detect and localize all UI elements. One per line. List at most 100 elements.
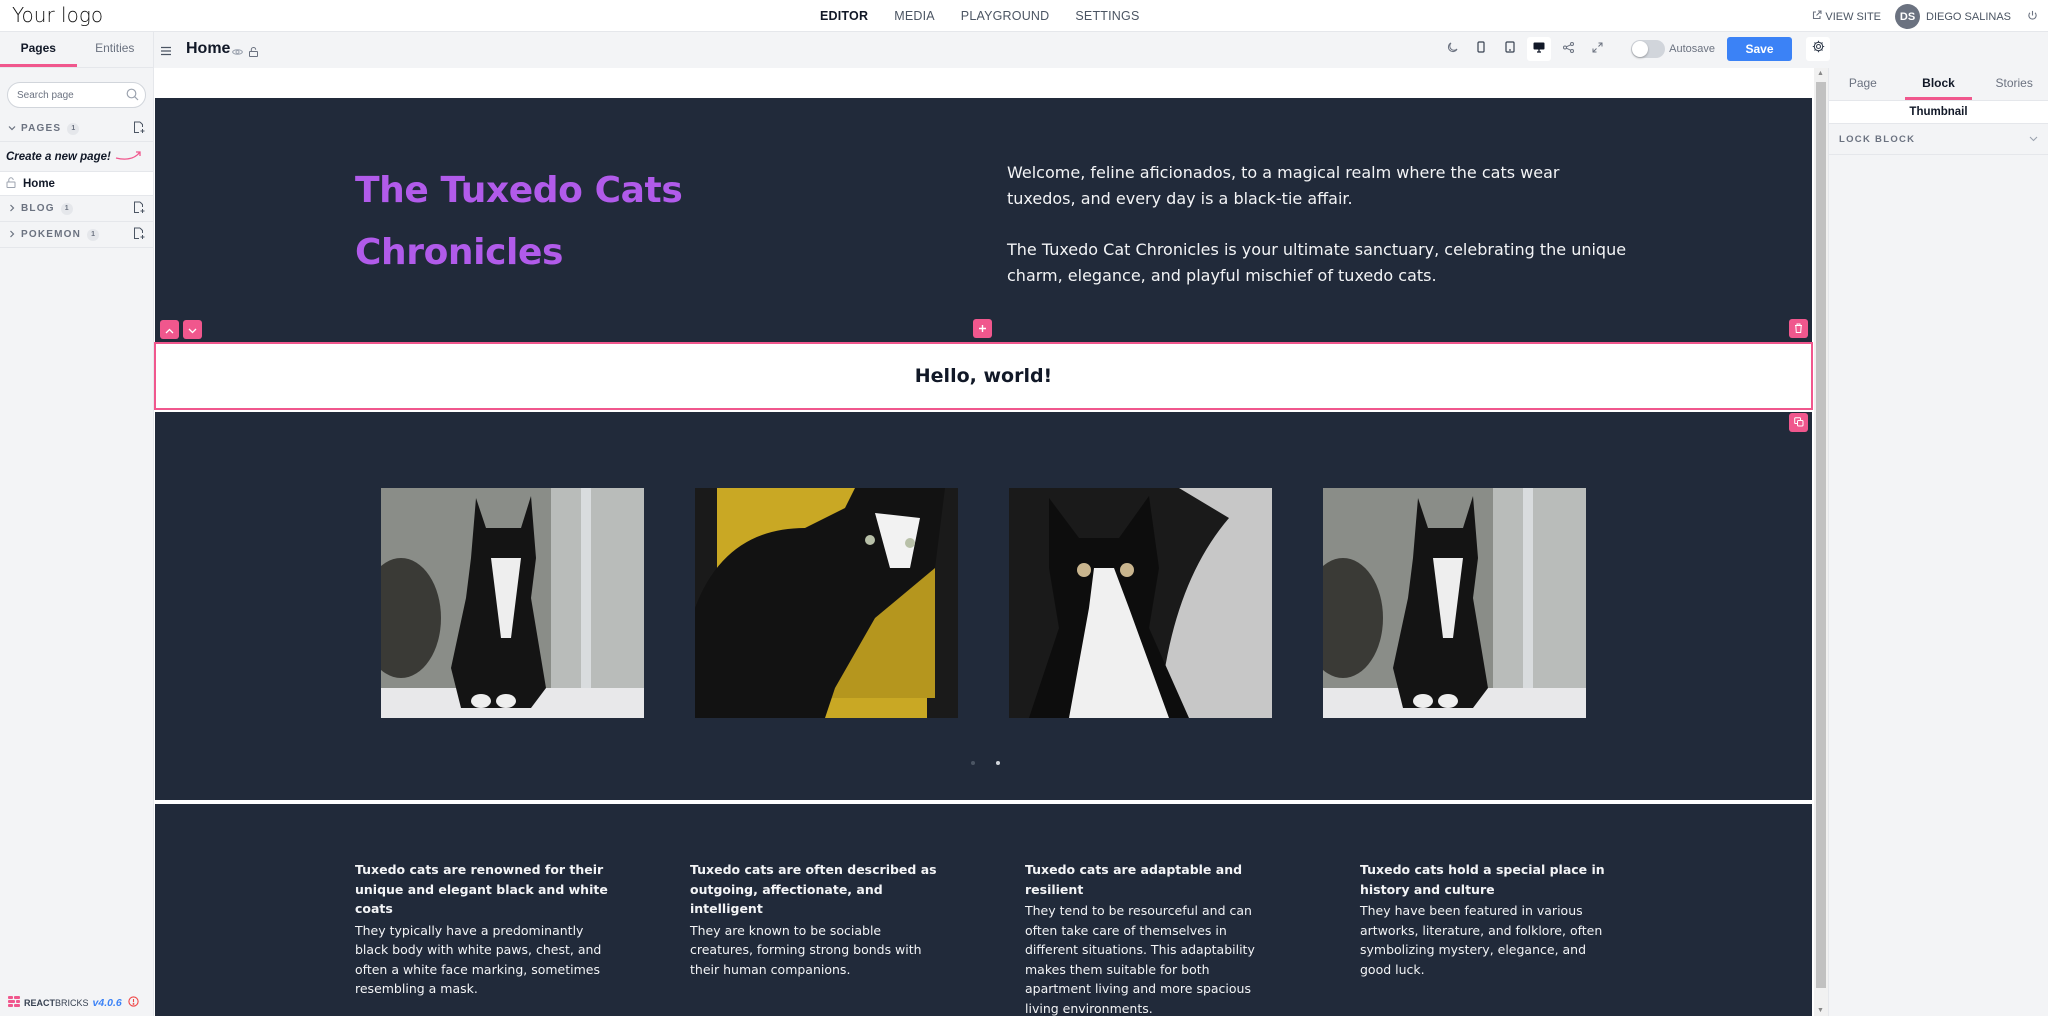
feature-title[interactable]: Tuxedo cats are adaptable and resilient [1025, 860, 1278, 899]
section-pages[interactable]: PAGES 1 [0, 116, 153, 142]
expand-icon [1592, 40, 1603, 58]
tab-block[interactable]: Block [1904, 68, 1973, 100]
nav-settings[interactable]: SETTINGS [1075, 9, 1139, 23]
cat-image[interactable] [1323, 488, 1586, 718]
brand-react: REACT [24, 997, 55, 1008]
gallery-block[interactable] [155, 412, 1812, 800]
nav-editor[interactable]: EDITOR [820, 9, 868, 23]
eye-icon[interactable] [231, 44, 244, 62]
feature-item: Tuxedo cats are renowned for their uniqu… [355, 860, 608, 1016]
feature-item: Tuxedo cats are often described as outgo… [690, 860, 943, 1016]
editor-toolbar: Autosave Save [1435, 37, 1830, 61]
features-grid: Tuxedo cats are renowned for their uniqu… [355, 860, 1613, 1016]
tab-pages[interactable]: Pages [0, 32, 77, 67]
tab-page[interactable]: Page [1829, 68, 1897, 100]
nav-media[interactable]: MEDIA [894, 9, 935, 23]
hero-paragraph[interactable]: Welcome, feline aficionados, to a magica… [1007, 160, 1627, 211]
lock-block-section[interactable]: LOCK BLOCK [1829, 124, 2048, 155]
lock-icon [6, 176, 16, 191]
scrollbar-thumb[interactable] [1816, 82, 1826, 988]
desktop-view-button[interactable] [1527, 37, 1552, 61]
section-label: PAGES [21, 123, 62, 134]
save-button[interactable]: Save [1727, 37, 1792, 61]
delete-block-button[interactable] [1789, 319, 1808, 338]
feature-text[interactable]: They typically have a predominantly blac… [355, 921, 608, 999]
left-sidebar: Pages Entities PAGES 1 Create a new page… [0, 32, 154, 1016]
reactbricks-logo-icon [8, 996, 20, 1009]
section-blog[interactable]: BLOG 1 [0, 196, 153, 222]
nav-playground[interactable]: PLAYGROUND [961, 9, 1050, 23]
feature-title[interactable]: Tuxedo cats are renowned for their uniqu… [355, 860, 608, 919]
mobile-view-button[interactable] [1469, 37, 1493, 61]
fullscreen-button[interactable] [1585, 37, 1609, 61]
add-block-above-button[interactable] [973, 319, 992, 338]
hero-text: Welcome, feline aficionados, to a magica… [1007, 160, 1627, 314]
new-page-icon[interactable] [133, 227, 145, 243]
section-label: POKEMON [21, 229, 82, 240]
settings-button[interactable] [1806, 37, 1830, 61]
cat-image[interactable] [381, 488, 644, 718]
page-item-home[interactable]: Home [0, 172, 153, 196]
autosave-toggle[interactable] [1631, 40, 1666, 58]
share-button[interactable] [1556, 37, 1580, 61]
cat-image[interactable] [1009, 488, 1272, 718]
feature-item: Tuxedo cats hold a special place in hist… [1360, 860, 1613, 1016]
lock-icon[interactable] [249, 44, 258, 62]
features-block[interactable]: Tuxedo cats are renowned for their uniqu… [155, 804, 1812, 1016]
dark-mode-button[interactable] [1440, 37, 1464, 61]
feature-item: Tuxedo cats are adaptable and resilient … [1025, 860, 1278, 1016]
user-area: VIEW SITE DS DIEGO SALINAS [1812, 4, 2038, 29]
block-thumbnail-label: Thumbnail [1829, 101, 2048, 124]
carousel-dot-active[interactable] [996, 761, 1000, 765]
page-title: Home [186, 40, 231, 57]
section-label: BLOG [21, 203, 55, 214]
new-page-icon[interactable] [133, 201, 145, 217]
feature-title[interactable]: Tuxedo cats hold a special place in hist… [1360, 860, 1613, 899]
chevron-down-icon [188, 321, 197, 339]
duplicate-block-button[interactable] [1789, 413, 1808, 432]
count-badge: 1 [87, 228, 100, 241]
new-page-icon[interactable] [133, 121, 145, 137]
carousel-dot[interactable] [971, 761, 975, 765]
logout-icon[interactable] [2027, 10, 2038, 24]
tab-stories[interactable]: Stories [1980, 68, 2048, 100]
count-badge: 1 [60, 202, 73, 215]
curved-arrow-icon [111, 149, 143, 164]
lock-block-label: LOCK BLOCK [1839, 133, 1916, 145]
search-input[interactable] [8, 83, 118, 107]
phone-icon [1477, 40, 1485, 58]
gear-icon [1812, 40, 1825, 58]
carousel-dots [971, 761, 1000, 765]
scroll-down-arrow-icon[interactable]: ▼ [1817, 1007, 1824, 1014]
plus-icon [978, 320, 987, 338]
feature-title[interactable]: Tuxedo cats are often described as outgo… [690, 860, 943, 919]
section-pokemon[interactable]: POKEMON 1 [0, 222, 153, 248]
hero-title[interactable]: The Tuxedo Cats Chronicles [355, 160, 735, 284]
warning-icon[interactable] [128, 996, 139, 1009]
chevron-up-icon [165, 321, 174, 339]
feature-text[interactable]: They have been featured in various artwo… [1360, 901, 1613, 979]
chevron-right-icon [8, 230, 16, 240]
move-up-button[interactable] [160, 320, 179, 339]
view-site-link[interactable]: VIEW SITE [1812, 10, 1881, 23]
search-icon[interactable] [126, 88, 139, 106]
cat-image[interactable] [695, 488, 958, 718]
avatar[interactable]: DS [1895, 4, 1921, 29]
top-bar: Your logo EDITOR MEDIA PLAYGROUND SETTIN… [0, 0, 2048, 32]
move-down-button[interactable] [183, 320, 202, 339]
feature-text[interactable]: They are known to be sociable creatures,… [690, 921, 943, 980]
tab-entities[interactable]: Entities [77, 32, 154, 67]
logo[interactable]: Your logo [12, 3, 103, 27]
scroll-up-arrow-icon[interactable]: ▲ [1817, 70, 1824, 77]
hello-world-block[interactable]: Hello, world! [154, 342, 1813, 410]
hero-paragraph[interactable]: The Tuxedo Cat Chronicles is your ultima… [1007, 237, 1627, 288]
tablet-view-button[interactable] [1498, 37, 1522, 61]
autosave-label: Autosave [1669, 43, 1715, 55]
feature-text[interactable]: They tend to be resourceful and can ofte… [1025, 901, 1278, 1016]
image-carousel [381, 488, 1586, 718]
hint-text: Create a new page! [6, 150, 111, 163]
hero-block[interactable]: The Tuxedo Cats Chronicles Welcome, feli… [155, 98, 1812, 343]
canvas-scrollbar[interactable]: ▲ ▼ [1814, 68, 1828, 1016]
menu-icon[interactable] [160, 43, 172, 61]
user-name[interactable]: DIEGO SALINAS [1926, 11, 2011, 23]
